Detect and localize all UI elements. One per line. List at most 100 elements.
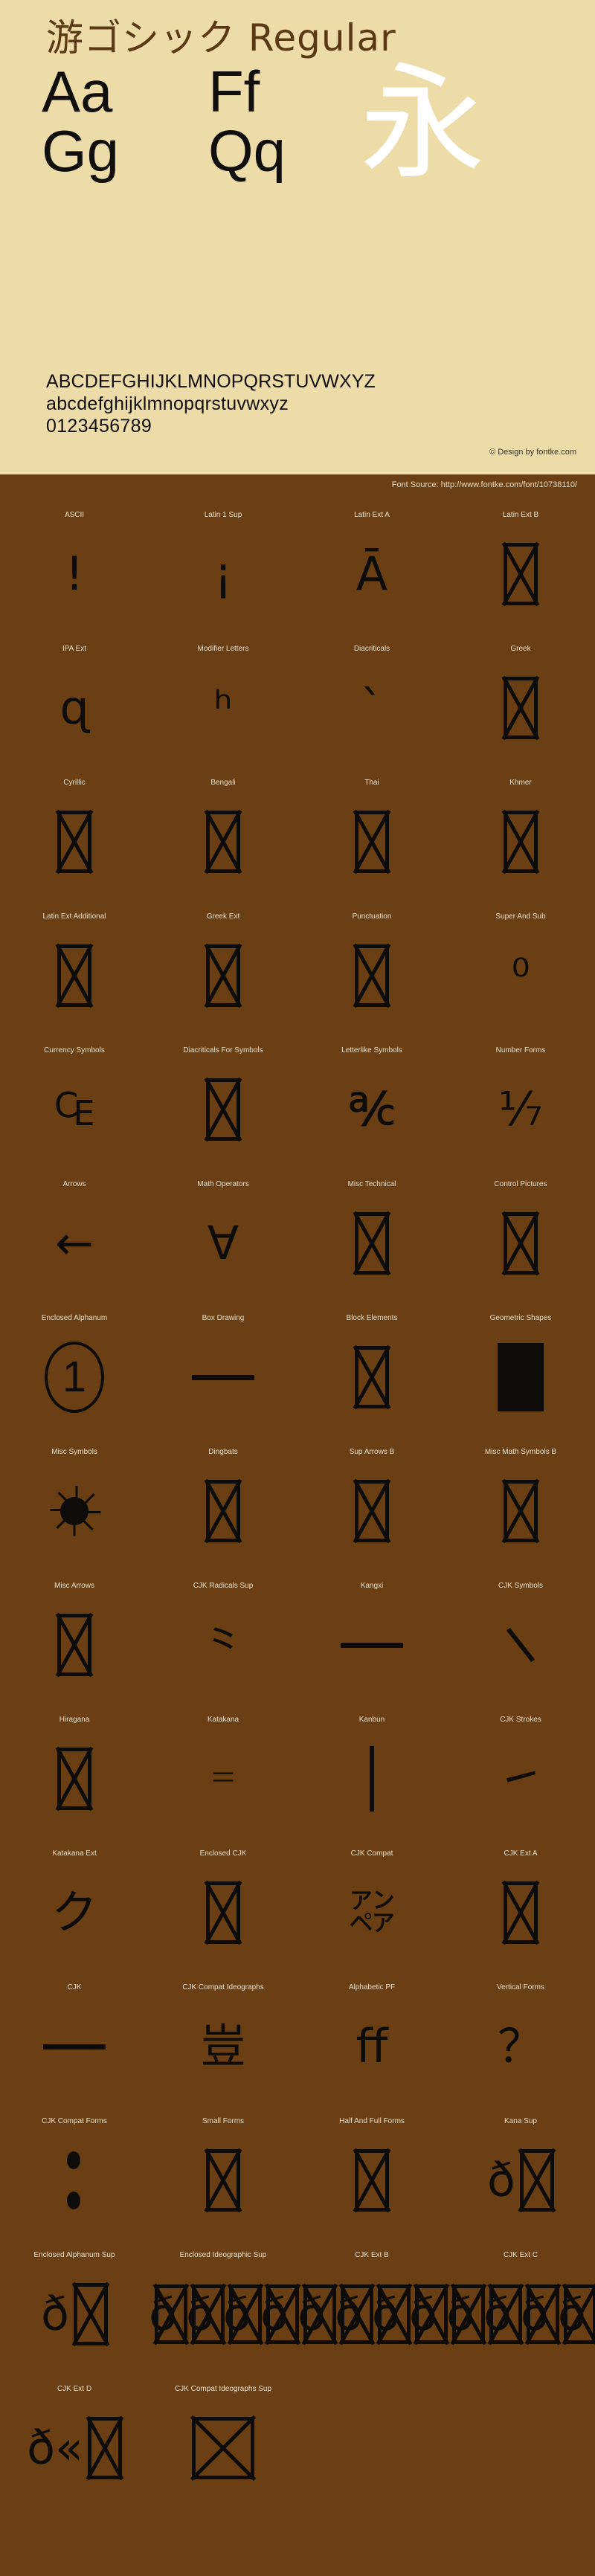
unicode-block-cell[interactable]: Punctuation [298,897,446,1031]
unicode-block-cell[interactable]: Latin 1 Sup ¡ [149,495,298,629]
unicode-block-cell[interactable]: CJK Radicals Sup ⺀ [149,1566,298,1700]
unicode-block-cell[interactable]: Diacriticals For Symbols [149,1031,298,1165]
block-sample-glyph: ðððð [149,2262,299,2366]
font-source-bar: Font Source: http://www.fontke.com/font/… [0,474,595,495]
unicode-block-cell[interactable]: CJK Ext B ðððð [298,2235,448,2369]
unicode-block-cell[interactable]: Enclosed CJK [149,1834,298,1968]
block-sample-glyph: ∀ [149,1191,298,1295]
missing-glyph-icon [504,1212,538,1275]
unicode-block-cell[interactable]: Small Forms [149,2102,298,2235]
unicode-block-label: Latin Ext Additional [42,912,106,921]
block-glyph-text: ？ [497,2019,544,2073]
block-sample-glyph [298,790,446,894]
block-glyph-text: 豈 [199,2019,246,2073]
unicode-block-cell[interactable]: Misc Arrows [0,1566,149,1700]
unicode-block-cell[interactable]: Diacriticals ` [298,629,446,763]
unicode-block-cell[interactable]: Block Elements [298,1298,446,1432]
unicode-block-cell[interactable]: IPA Ext ɋ [0,629,149,763]
unicode-block-cell[interactable]: CJK Compat Ideographs Sup [149,2369,298,2503]
missing-glyph-icon [191,2284,225,2344]
unicode-block-label: CJK Ext D [57,2385,92,2393]
unicode-block-label: Misc Symbols [51,1448,97,1456]
unicode-block-cell[interactable]: Control Pictures [446,1165,595,1298]
block-sample-glyph: ð [0,2262,149,2366]
digits-line: 0123456789 [46,416,152,437]
unicode-block-cell[interactable]: Kanbun [298,1700,446,1834]
unicode-block-cell[interactable]: Greek [446,629,595,763]
unicode-block-cell[interactable]: CJK Compat Ideographs 豈 [149,1968,298,2102]
unicode-block-cell[interactable]: Dingbats [149,1432,298,1566]
unicode-block-cell[interactable]: ASCII! [0,495,149,629]
unicode-block-cell[interactable]: Bengali [149,763,298,897]
unicode-block-label: Cyrillic [63,779,86,787]
missing-glyph-icon [57,1748,91,1810]
missing-glyph-icon [526,2284,559,2344]
unicode-block-cell[interactable]: Greek Ext [149,897,298,1031]
unicode-block-cell[interactable]: Thai [298,763,446,897]
missing-glyph-icon [355,811,389,873]
unicode-block-cell[interactable]: Latin Ext A Ā [298,495,446,629]
unicode-block-cell[interactable]: Enclosed Alphanum 1 [0,1298,149,1432]
unicode-block-cell[interactable]: Katakana Ext ク [0,1834,149,1968]
unicode-block-row: Cyrillic Bengali Thai Khmer [0,763,595,897]
block-glyph-text: ɋ [60,680,89,735]
unicode-block-cell[interactable]: CJK Compat Forms [0,2102,149,2235]
unicode-block-cell[interactable]: Half And Full Forms [298,2102,446,2235]
unicode-block-cell[interactable]: CJK Ext A [446,1834,595,1968]
font-source-link[interactable]: Font Source: http://www.fontke.com/font/… [392,480,577,490]
unicode-blocks-grid: ASCII! Latin 1 Sup ¡ Latin Ext A Ā Latin Ext … [0,495,595,2503]
showcase-sample-gg: Gg [42,118,120,184]
unicode-block-row: Currency Symbols ₠ Diacriticals For Symbol… [0,1031,595,1165]
block-sample-glyph [298,1459,446,1563]
unicode-block-cell[interactable]: Latin Ext Additional [0,897,149,1031]
unicode-block-label: Box Drawing [202,1314,245,1322]
unicode-block-cell[interactable]: Katakana ゠ [149,1700,298,1834]
block-sample-glyph [446,522,595,626]
unicode-block-cell[interactable]: Hiragana [0,1700,149,1834]
unicode-block-cell[interactable]: CJK Symbols [446,1566,595,1700]
unicode-block-cell[interactable]: CJK [0,1968,149,2102]
block-sample-glyph: ゠ [149,1727,298,1831]
unicode-block-cell[interactable]: CJK Strokes ㇀ [446,1700,595,1834]
unicode-block-cell[interactable]: Box Drawing [149,1298,298,1432]
unicode-block-cell[interactable]: Modifier Letters ʰ [149,629,298,763]
unicode-block-cell[interactable]: CJK Ext D ð« [0,2369,149,2503]
unicode-block-cell[interactable]: Sup Arrows B [298,1432,446,1566]
missing-glyph-icon [489,2284,522,2344]
missing-glyph-icon [355,1480,389,1542]
block-glyph-text: ク [51,1885,97,1939]
unicode-block-cell[interactable]: Cyrillic [0,763,149,897]
missing-glyph-icon [206,1881,240,1944]
unicode-block-cell[interactable]: CJK Ext C ðððð [446,2235,595,2369]
unicode-block-cell[interactable]: Geometric Shapes [446,1298,595,1432]
unicode-block-label: Latin Ext A [354,511,390,519]
unicode-block-cell[interactable]: Super And Sub ⁰ [446,897,595,1031]
unicode-block-cell[interactable]: Enclosed Ideographic Sup ð ð ð ð [149,2235,299,2369]
showcase-sample-qq: Qq [208,118,286,184]
unicode-block-row: IPA Ext ɋ Modifier Letters ʰ Diacriticals ` Gr… [0,629,595,763]
unicode-block-cell[interactable]: Kangxi [298,1566,446,1700]
unicode-block-label: CJK Compat Ideographs [182,1983,264,1991]
unicode-block-cell[interactable]: Misc Math Symbols B [446,1432,595,1566]
missing-glyph-icon [451,2284,485,2344]
unicode-block-cell[interactable]: Currency Symbols ₠ [0,1031,149,1165]
block-sample-glyph: ₠ [0,1057,149,1162]
missing-glyph-icon [355,1346,389,1408]
unicode-block-cell[interactable]: CJK Compat ㌂ [298,1834,446,1968]
block-sample-glyph: Ā [298,522,446,626]
unicode-block-cell[interactable]: Alphabetic PF ﬀ [298,1968,446,2102]
unicode-block-cell[interactable]: Arrows ← [0,1165,149,1298]
unicode-block-cell[interactable]: Misc Symbols [0,1432,149,1566]
unicode-block-label: CJK Compat [350,1849,393,1858]
unicode-block-cell[interactable]: Math Operators ∀ [149,1165,298,1298]
unicode-block-cell[interactable]: Misc Technical [298,1165,446,1298]
unicode-block-cell[interactable]: Khmer [446,763,595,897]
unicode-block-label: Letterlike Symbols [341,1046,402,1054]
unicode-block-cell[interactable]: Vertical Forms ？ [446,1968,595,2102]
unicode-block-cell[interactable]: Enclosed Alphanum Sup ð [0,2235,149,2369]
unicode-block-cell[interactable]: Letterlike Symbols ℀ [298,1031,446,1165]
unicode-block-cell[interactable]: Number Forms ⅐ [446,1031,595,1165]
unicode-block-cell[interactable]: Latin Ext B [446,495,595,629]
unicode-block-cell[interactable]: Kana Sup ð [446,2102,595,2235]
block-sample-glyph: ⅐ [446,1057,595,1162]
